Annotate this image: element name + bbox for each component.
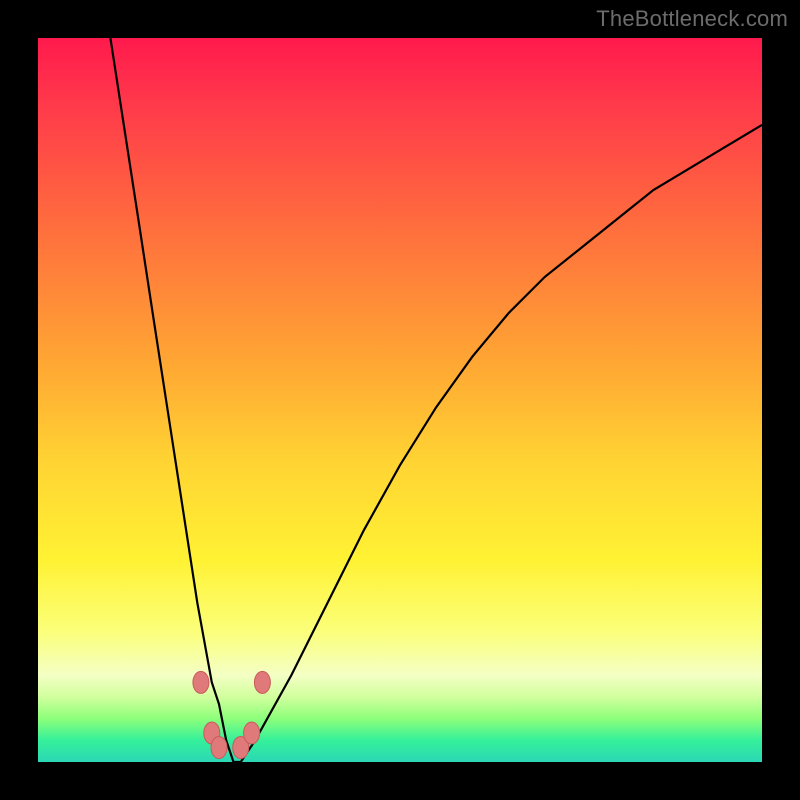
chart-frame: TheBottleneck.com: [0, 0, 800, 800]
chart-plot-area: [38, 38, 762, 762]
bottleneck-curve: [110, 38, 762, 762]
watermark-text: TheBottleneck.com: [596, 6, 788, 32]
curve-marker: [193, 671, 209, 693]
curve-marker: [254, 671, 270, 693]
curve-marker: [244, 722, 260, 744]
chart-svg: [38, 38, 762, 762]
marker-group: [193, 671, 271, 758]
curve-marker: [211, 737, 227, 759]
